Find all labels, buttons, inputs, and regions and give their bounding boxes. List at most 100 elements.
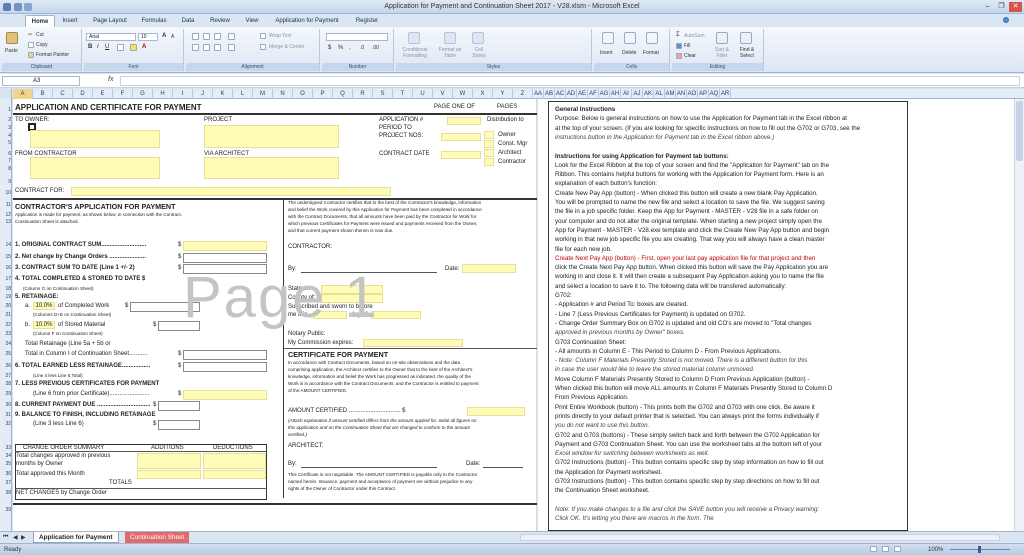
formula-input[interactable] [120, 76, 1020, 86]
amount-certified-input[interactable] [467, 407, 525, 416]
scroll-thumb[interactable] [1016, 101, 1023, 161]
merge-center-icon[interactable] [260, 44, 266, 50]
cut-icon[interactable]: ✂ [28, 32, 32, 38]
help-icon[interactable] [1003, 17, 1009, 23]
cell-styles-icon[interactable] [472, 32, 484, 44]
column-header[interactable]: R [353, 89, 373, 99]
column-header[interactable]: AN [676, 89, 687, 99]
row-header[interactable]: 24 [0, 341, 12, 348]
align-left-icon[interactable] [192, 44, 199, 51]
row-header[interactable]: 22 [0, 322, 12, 329]
column-header[interactable]: AA [533, 89, 544, 99]
row-header[interactable]: 13 [0, 219, 12, 226]
column-header[interactable]: K [213, 89, 233, 99]
row-header[interactable]: 35 [0, 461, 12, 468]
row-header[interactable]: 12 [0, 212, 12, 219]
column-header[interactable]: U [413, 89, 433, 99]
grow-font-icon[interactable]: A [162, 33, 166, 39]
decrease-decimal-icon[interactable]: .00 [372, 45, 379, 51]
orientation-icon[interactable] [228, 33, 235, 40]
project-nos-input[interactable] [441, 133, 481, 141]
co-month-deductions[interactable] [203, 470, 266, 479]
row-header[interactable]: 23 [0, 331, 12, 338]
maximize-icon[interactable]: ❐ [995, 2, 1008, 12]
column-header[interactable]: F [113, 89, 133, 99]
row-header[interactable]: 37 [0, 480, 12, 487]
column-header[interactable]: J [193, 89, 213, 99]
column-header[interactable]: D [73, 89, 93, 99]
column-header[interactable]: AJ [632, 89, 643, 99]
column-header[interactable]: H [153, 89, 173, 99]
format-painter-icon[interactable] [28, 52, 34, 58]
column-header[interactable]: AL [654, 89, 665, 99]
format-cells-button[interactable]: Format [643, 50, 659, 56]
align-top-icon[interactable] [192, 33, 199, 40]
delete-cells-button[interactable]: Delete [622, 50, 636, 56]
align-middle-icon[interactable] [203, 33, 210, 40]
column-header[interactable]: AK [643, 89, 654, 99]
wrap-text-button[interactable]: Wrap Text [269, 33, 291, 39]
column-header[interactable]: E [93, 89, 113, 99]
dist-contractor-checkbox[interactable] [484, 158, 494, 166]
italic-icon[interactable]: I [97, 44, 99, 50]
sheet-tab-continuation[interactable]: Continuation Sheet [125, 532, 190, 543]
row-header[interactable]: 15 [0, 254, 12, 261]
row-header[interactable]: 27 [0, 373, 12, 380]
sheet-tab-application[interactable]: Application for Payment [33, 532, 119, 543]
clear-icon[interactable] [676, 53, 682, 59]
column-header[interactable]: M [253, 89, 273, 99]
column-header[interactable]: AO [687, 89, 698, 99]
row-header[interactable]: 20 [0, 303, 12, 310]
column-header[interactable]: AD [566, 89, 577, 99]
row-header[interactable]: 32 [0, 421, 12, 428]
tab-view[interactable]: View [240, 15, 264, 27]
commission-input[interactable] [363, 339, 463, 347]
find-select-icon[interactable] [740, 32, 752, 44]
font-color-icon[interactable]: A [142, 44, 146, 50]
column-header[interactable]: A [13, 89, 33, 99]
underline-icon[interactable]: U [105, 44, 109, 50]
copy-button[interactable]: Copy [36, 42, 48, 48]
delete-cells-icon[interactable] [624, 32, 636, 44]
row-header[interactable]: 6 [0, 151, 12, 158]
row-header[interactable]: 8 [0, 166, 12, 173]
column-header[interactable]: G [133, 89, 153, 99]
co-month-additions[interactable] [137, 470, 201, 479]
column-header[interactable]: AC [555, 89, 566, 99]
increase-decimal-icon[interactable]: .0 [360, 45, 364, 51]
row-header[interactable]: 2 [0, 117, 12, 124]
column-header[interactable]: O [293, 89, 313, 99]
contract-date-input[interactable] [441, 151, 481, 159]
cell-styles-button[interactable]: Cell Styles [468, 47, 490, 59]
format-as-table-icon[interactable] [444, 32, 456, 44]
row-header[interactable]: 7 [0, 158, 12, 165]
row-header[interactable]: 26 [0, 363, 12, 370]
normal-view-icon[interactable] [870, 546, 877, 552]
paste-icon[interactable] [6, 32, 18, 44]
column-header[interactable]: B [33, 89, 53, 99]
column-header[interactable]: P [313, 89, 333, 99]
wrap-text-icon[interactable] [260, 33, 266, 39]
from-contractor-input[interactable] [30, 157, 160, 179]
tab-application-for-payment[interactable]: Application for Payment [268, 15, 346, 27]
format-painter-button[interactable]: Format Painter [36, 52, 69, 58]
column-header[interactable]: AG [599, 89, 610, 99]
page-break-view-icon[interactable] [894, 546, 901, 552]
contract-for-input[interactable] [71, 187, 391, 196]
autosum-button[interactable]: AutoSum [684, 33, 705, 39]
conditional-formatting-button[interactable]: Conditional Formatting [400, 47, 430, 59]
first-sheet-icon[interactable]: ⏮ [3, 534, 8, 541]
to-owner-input[interactable] [30, 130, 160, 148]
column-header[interactable]: V [433, 89, 453, 99]
dist-owner-checkbox[interactable] [484, 131, 494, 139]
column-header[interactable]: Y [493, 89, 513, 99]
tab-review[interactable]: Review [205, 15, 235, 27]
insert-cells-icon[interactable] [602, 32, 614, 44]
tab-formulas[interactable]: Formulas [136, 15, 172, 27]
co-prev-deductions[interactable] [203, 453, 266, 469]
tab-page-layout[interactable]: Page Layout [88, 15, 132, 27]
close-icon[interactable]: ✕ [1009, 2, 1022, 12]
row-header[interactable]: 33 [0, 445, 12, 452]
row-header[interactable]: 3 [0, 125, 12, 132]
column-header[interactable]: AP [698, 89, 709, 99]
